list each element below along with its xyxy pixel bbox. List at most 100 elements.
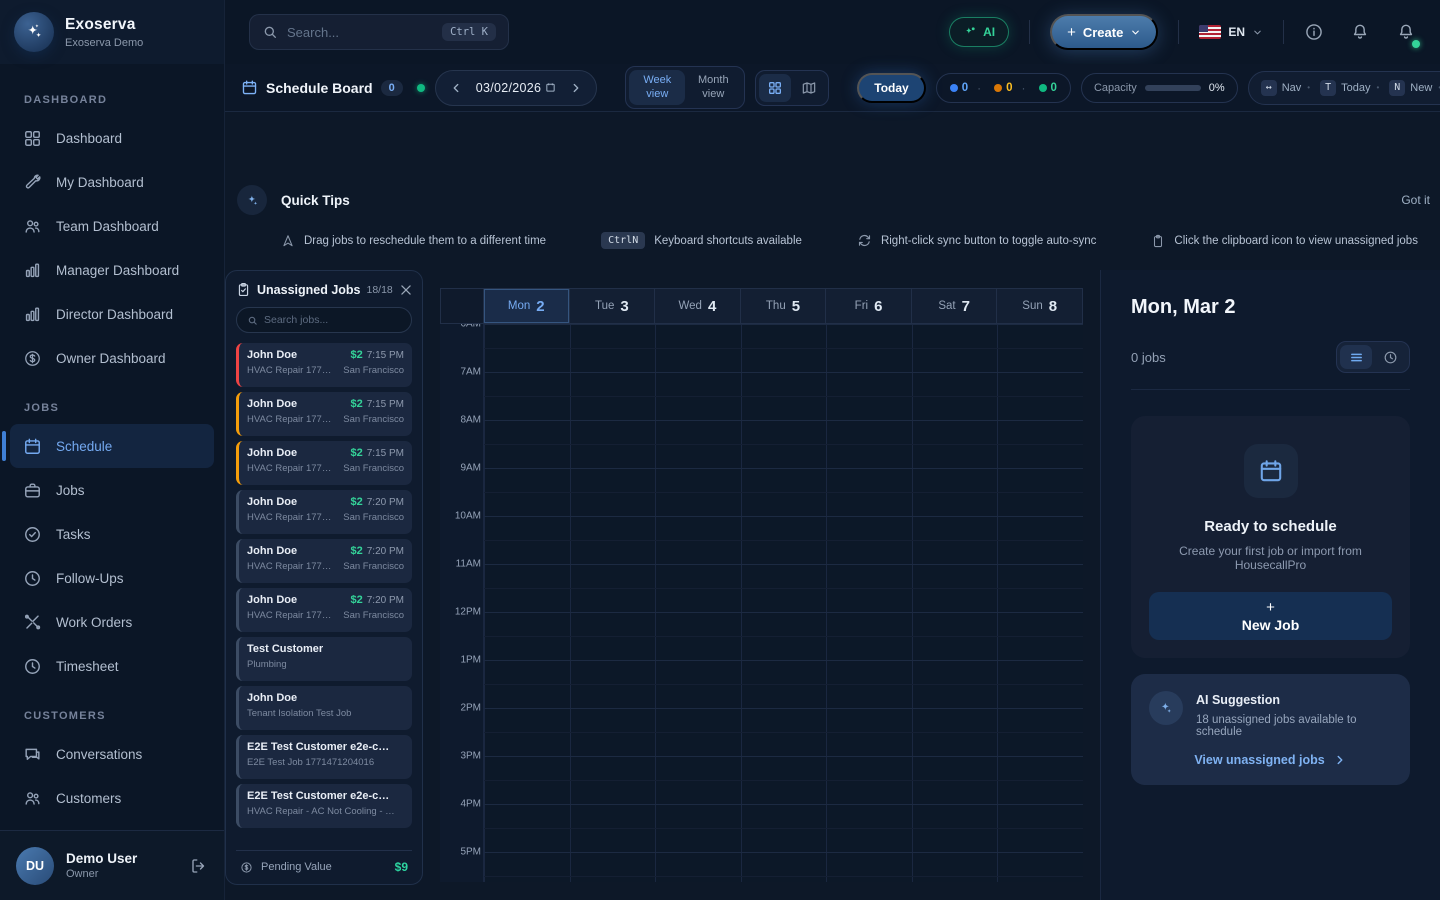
language-selector[interactable]: EN: [1199, 25, 1263, 39]
job-price: $2: [350, 545, 363, 557]
search-shortcut-badge: Ctrl K: [442, 23, 496, 41]
close-icon[interactable]: [399, 283, 413, 297]
day-header-cell[interactable]: Fri 6: [826, 289, 912, 323]
search-icon: [262, 24, 278, 40]
mini-calendar-icon: [545, 82, 556, 93]
day-header-cell[interactable]: Tue 3: [569, 289, 656, 323]
day-name: Mon: [507, 300, 531, 312]
sidebar-item-director-dashboard[interactable]: Director Dashboard: [10, 292, 214, 336]
job-card[interactable]: John Doe $2 7:15 PM HVAC Repair 17714709…: [236, 441, 412, 485]
job-card[interactable]: John Doe $2 7:20 PM HVAC Repair 17714712…: [236, 588, 412, 632]
day-header-cell[interactable]: Thu 5: [740, 289, 827, 323]
day-number: 6: [874, 297, 883, 315]
sparkle-icon: [237, 185, 267, 215]
hour-row[interactable]: 5PM: [440, 847, 1083, 882]
sparkle-icon: [963, 25, 977, 39]
day-header-cell[interactable]: Sat 7: [911, 289, 998, 323]
job-card[interactable]: John Doe $2 7:15 PM HVAC Repair 17714709…: [236, 392, 412, 436]
got-it-button[interactable]: Got it: [1401, 193, 1430, 207]
sidebar-item-my-dashboard[interactable]: My Dashboard: [10, 160, 214, 204]
job-card[interactable]: John Doe $2 7:20 PM HVAC Repair 17714712…: [236, 490, 412, 534]
grid-view-icon[interactable]: [759, 73, 792, 102]
sidebar-item-follow-ups[interactable]: Follow-Ups: [10, 556, 214, 600]
notifications-bell-icon[interactable]: [1396, 22, 1420, 48]
list-view-icon[interactable]: [1340, 345, 1372, 369]
info-icon[interactable]: [1304, 22, 1324, 42]
today-button[interactable]: Today: [857, 72, 926, 103]
new-job-button[interactable]: + New Job: [1149, 592, 1392, 640]
hour-row[interactable]: 3PM: [440, 751, 1083, 804]
hour-row[interactable]: 1PM: [440, 655, 1083, 708]
timeline-clock-icon[interactable]: [1374, 345, 1406, 369]
legend-count: 0: [1006, 81, 1013, 94]
search-input[interactable]: [287, 24, 434, 40]
sidebar-item-dashboard[interactable]: Dashboard: [10, 116, 214, 160]
sidebar-item-tasks[interactable]: Tasks: [10, 512, 214, 556]
time-label: 6AM: [460, 324, 481, 330]
week-view-button[interactable]: Week view: [629, 69, 686, 106]
shortcut-label: New: [1410, 81, 1433, 94]
time-label: 4PM: [460, 798, 481, 810]
hour-row[interactable]: 4PM: [440, 799, 1083, 852]
sidebar-item-jobs[interactable]: Jobs: [10, 468, 214, 512]
bell-icon[interactable]: [1350, 22, 1370, 42]
sidebar-item-work-orders[interactable]: Work Orders: [10, 600, 214, 644]
calendar-grid[interactable]: 6AM 7AM 8AM 9AM 10AM 11AM 12PM 1PM 2PM 3…: [440, 324, 1083, 882]
sidebar-item-conversations[interactable]: Conversations: [10, 732, 214, 776]
day-header-cell[interactable]: Sun 8: [997, 289, 1083, 323]
users-icon: [23, 789, 42, 808]
day-header-cell[interactable]: Mon 2: [484, 289, 570, 323]
calendar-day-header: Mon 2 Tue 3 Wed 4 Thu 5 Fri 6 Sat 7 Sun …: [440, 288, 1083, 324]
sidebar-item-schedule[interactable]: Schedule: [2, 424, 214, 468]
hour-row[interactable]: 6AM: [440, 324, 1083, 372]
new-job-label: New Job: [1241, 616, 1300, 633]
hour-row[interactable]: 8AM: [440, 415, 1083, 468]
job-location: San Francisco: [343, 512, 404, 523]
user-profile[interactable]: DU Demo User Owner: [0, 830, 224, 900]
job-description: E2E Test Job 1771471204016: [247, 757, 375, 768]
calendar-icon: [1243, 444, 1298, 498]
capacity-label: Capacity: [1093, 81, 1137, 94]
jobs-search[interactable]: [236, 307, 412, 333]
hour-row[interactable]: 2PM: [440, 703, 1083, 756]
next-date-button[interactable]: [562, 74, 590, 102]
current-date[interactable]: 03/02/2026: [470, 81, 563, 95]
logout-icon[interactable]: [190, 857, 208, 875]
day-header-cell[interactable]: Wed 4: [655, 289, 741, 323]
day-jobs-count: 0 jobs: [1131, 349, 1166, 365]
tip-text: Drag jobs to reschedule them to a differ…: [304, 234, 547, 247]
unassigned-job-list: John Doe $2 7:15 PM HVAC Repair 17714709…: [236, 343, 412, 844]
global-search[interactable]: Ctrl K: [249, 14, 509, 50]
sidebar-item-owner-dashboard[interactable]: Owner Dashboard: [10, 336, 214, 380]
sidebar-item-team-dashboard[interactable]: Team Dashboard: [10, 204, 214, 248]
day-name: Sat: [938, 300, 956, 312]
ai-button[interactable]: AI: [949, 17, 1010, 47]
unassigned-jobs-panel: Unassigned Jobs 18/18 John Doe $2 7:15 P…: [225, 270, 423, 885]
view-unassigned-jobs-link[interactable]: View unassigned jobs: [1149, 753, 1392, 767]
job-card[interactable]: E2E Test Customer e2e-cust-17714... E2E …: [236, 735, 412, 779]
job-card[interactable]: John Doe $2 7:15 PM HVAC Repair 17714709…: [236, 343, 412, 387]
job-card[interactable]: John Doe $2 7:20 PM HVAC Repair 17714712…: [236, 539, 412, 583]
tools-icon: [23, 613, 42, 632]
month-view-button[interactable]: Month view: [685, 70, 741, 106]
sidebar-item-manager-dashboard[interactable]: Manager Dashboard: [10, 248, 214, 292]
hour-row[interactable]: 10AM: [440, 511, 1083, 564]
language-code: EN: [1228, 25, 1245, 39]
job-card[interactable]: John Doe Tenant Isolation Test Job: [236, 686, 412, 730]
logo-row[interactable]: Exoserva Exoserva Demo: [0, 0, 224, 64]
hour-row[interactable]: 7AM: [440, 367, 1083, 420]
sidebar-item-timesheet[interactable]: Timesheet: [10, 644, 214, 688]
job-card[interactable]: E2E Test Customer e2e-cust-17714... HVAC…: [236, 784, 412, 828]
create-button[interactable]: + Create: [1050, 14, 1159, 50]
jobs-search-input[interactable]: [264, 314, 401, 326]
job-time: 7:20 PM: [366, 595, 404, 606]
job-card[interactable]: Test Customer Plumbing: [236, 637, 412, 681]
map-view-icon[interactable]: [793, 74, 825, 102]
hour-row[interactable]: 9AM: [440, 463, 1083, 516]
hour-row[interactable]: 11AM: [440, 559, 1083, 612]
prev-date-button[interactable]: [442, 74, 470, 102]
time-label: 5PM: [460, 846, 481, 858]
sidebar-item-customers[interactable]: Customers: [10, 776, 214, 820]
sync-status-dot[interactable]: [416, 83, 425, 92]
hour-row[interactable]: 12PM: [440, 607, 1083, 660]
